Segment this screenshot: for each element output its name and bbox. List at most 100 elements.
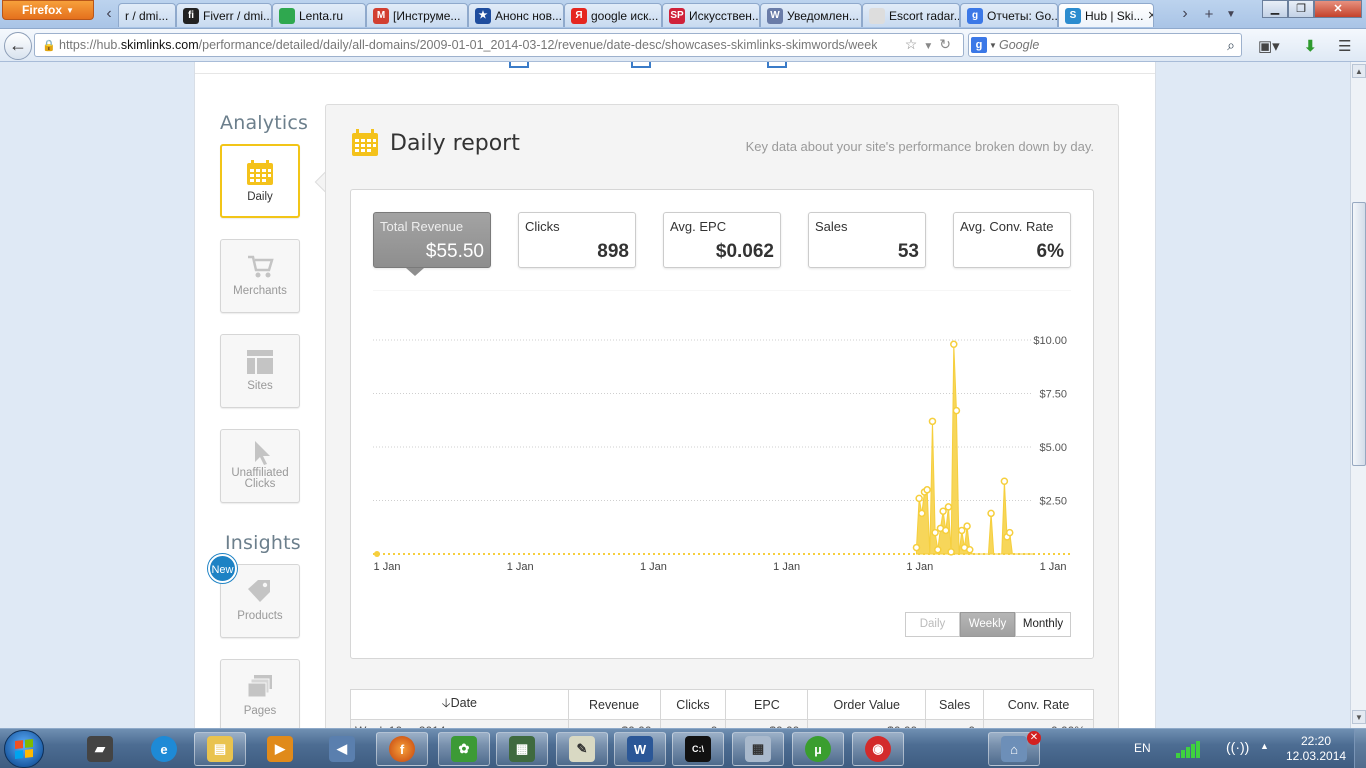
column-revenue[interactable]: Revenue — [567, 689, 661, 720]
stat-total-revenue[interactable]: Total Revenue $55.50 — [373, 212, 491, 268]
taskbar-calculator-app[interactable]: ▦ — [732, 732, 784, 766]
taskbar-ie-app[interactable]: e — [138, 732, 190, 766]
page-title: Daily report — [390, 131, 520, 156]
column-epc[interactable]: EPC — [725, 689, 809, 720]
history-dropdown-icon[interactable]: ▼ — [923, 41, 939, 52]
revenue-chart: $2.50 $5.00 $7.50 $10.00 1 Jan 1 Jan 1 Jan 1 Ja… — [373, 290, 1071, 573]
firefox-menu-button[interactable]: Firefox ▼ — [2, 0, 94, 20]
all-tabs-icon[interactable]: ▼ — [1222, 6, 1240, 24]
browser-tab[interactable]: SP Искусствен... — [662, 3, 760, 27]
browser-tab[interactable]: Яgoogle иск... — [564, 3, 662, 27]
reload-icon[interactable]: ↻ — [939, 36, 957, 52]
tab-scroll-right-icon[interactable]: › — [1176, 4, 1194, 24]
sp-icon: SP — [669, 7, 685, 24]
taskbar-media-app[interactable]: ▶ — [254, 732, 306, 766]
dropdown-arrow-icon: ▼ — [989, 40, 997, 50]
error-badge-icon: ✕ — [1027, 731, 1041, 745]
language-indicator[interactable]: EN — [1134, 741, 1151, 755]
show-desktop-button[interactable] — [1354, 729, 1366, 768]
browser-tab-label: [Инструме... — [393, 8, 461, 23]
taskbar-connection-app[interactable]: ⌂ ✕ — [988, 731, 1041, 766]
data-point — [1005, 528, 1014, 537]
bookmark-star-icon[interactable]: ☆ — [905, 36, 924, 52]
new-tab-icon[interactable]: + — [1200, 6, 1218, 24]
search-engine-selector[interactable]: g ▼ — [969, 37, 999, 53]
tray-expand-icon[interactable]: ▲ — [1260, 741, 1269, 751]
taskbar-firefox-app[interactable]: f — [376, 732, 428, 766]
browser-tab[interactable]: W Уведомлен... — [760, 3, 862, 27]
taskbar-word-app[interactable]: W — [614, 732, 666, 766]
maximize-button[interactable]: ❐ — [1288, 0, 1314, 18]
column-date[interactable]: 🡣Date — [350, 689, 569, 720]
tab-scroll-left-icon[interactable]: ‹ — [100, 4, 118, 24]
browser-tab[interactable]: Lenta.ru — [272, 3, 366, 27]
new-badge: New — [208, 554, 237, 583]
taskbar-volume-app[interactable]: ◀ — [316, 732, 368, 766]
browser-tab[interactable]: ★ Анонс нов... — [468, 3, 564, 27]
scroll-down-icon[interactable]: ▼ — [1352, 710, 1366, 724]
browser-tab[interactable]: r / dmi... — [118, 3, 176, 27]
lenta-icon — [279, 7, 295, 24]
system-clock[interactable]: 22:20 12.03.2014 — [1286, 734, 1346, 764]
scroll-thumb[interactable] — [1352, 202, 1366, 466]
browser-tab[interactable]: M [Инструме... — [366, 3, 468, 27]
utorrent-icon: µ — [805, 736, 831, 762]
minimize-button[interactable]: ▁ — [1262, 0, 1288, 18]
taskbar-plant-app[interactable]: ✿ — [438, 732, 490, 766]
analytics-heading: Analytics — [220, 112, 309, 134]
sidebar-item-unaffiliated-clicks[interactable]: Unaffiliated Clicks — [220, 429, 300, 503]
hub-page: Analytics Daily Merchants Sites Unaffili… — [194, 62, 1156, 728]
firefox-menu-label: Firefox — [22, 3, 63, 17]
sidebar-item-sites[interactable]: Sites — [220, 334, 300, 408]
column-order-value[interactable]: Order Value — [807, 689, 927, 720]
stat-avg-epc[interactable]: Avg. EPC $0.062 — [663, 212, 781, 268]
taskbar-explorer-app[interactable]: ▤ — [194, 732, 246, 766]
close-tab-icon[interactable]: ✕ — [1143, 9, 1153, 22]
taskbar-notepad-app[interactable]: ✎ — [556, 732, 608, 766]
nav-icon — [631, 62, 651, 68]
signal-strength-icon[interactable] — [1176, 740, 1200, 758]
menu-icon[interactable]: ☰ — [1338, 37, 1351, 55]
close-window-button[interactable]: ✕ — [1314, 0, 1362, 18]
browser-nav-bar: ← 🔒 https://hub.skimlinks.com/performanc… — [0, 29, 1366, 62]
browser-tab[interactable]: fi Fiverr / dmi... — [176, 3, 272, 27]
stat-avg-conv-rate[interactable]: Avg. Conv. Rate 6% — [953, 212, 1071, 268]
column-clicks[interactable]: Clicks — [659, 689, 727, 720]
download-arrow-icon[interactable]: ⬇ — [1304, 37, 1317, 55]
search-bar[interactable]: g▼ ⌕ — [968, 33, 1242, 57]
browser-tab[interactable]: g Отчеты: Go... — [960, 3, 1058, 27]
stat-sales[interactable]: Sales 53 — [808, 212, 926, 268]
bookmarks-menu-icon[interactable]: ▣▾ — [1258, 37, 1280, 55]
stat-clicks[interactable]: Clicks 898 — [518, 212, 636, 268]
browser-tab[interactable]: Escort radar... — [862, 3, 960, 27]
vertical-scrollbar[interactable]: ▲ ▼ — [1350, 62, 1366, 728]
column-label: Date — [450, 696, 477, 710]
start-button[interactable] — [4, 730, 44, 768]
stat-selected-pointer — [406, 268, 424, 276]
taskbar-cmd-app[interactable]: C:\ — [672, 732, 724, 766]
search-magnifier-icon[interactable]: ⌕ — [1227, 37, 1235, 54]
sidebar-item-label: Unaffiliated Clicks — [231, 467, 289, 490]
search-input[interactable] — [999, 38, 1209, 52]
url-bar[interactable]: 🔒 https://hub.skimlinks.com/performance/… — [34, 33, 964, 57]
weekly-period-button[interactable]: Weekly — [960, 612, 1015, 637]
table-row[interactable]: Week 10 ... 2014 $0.00 0 $0.00 $0.00 0 0… — [350, 719, 1094, 728]
daily-period-button[interactable]: Daily — [905, 612, 960, 637]
taskbar-record-app[interactable]: ◉ — [852, 732, 904, 766]
scroll-up-icon[interactable]: ▲ — [1352, 64, 1366, 78]
column-sales[interactable]: Sales — [925, 689, 985, 720]
pages-icon — [247, 675, 272, 698]
url-text[interactable]: https://hub.skimlinks.com/performance/de… — [59, 38, 877, 52]
taskbar-utorrent-app[interactable]: µ — [792, 732, 844, 766]
stat-label: Avg. EPC — [670, 219, 727, 234]
sidebar-item-pages[interactable]: Pages — [220, 659, 300, 728]
taskbar-monitor-app[interactable]: ▦ — [496, 732, 548, 766]
monthly-period-button[interactable]: Monthly — [1015, 612, 1071, 637]
browser-tab[interactable]: S Hub | Ski...✕ — [1058, 3, 1154, 27]
sidebar-item-daily[interactable]: Daily — [220, 144, 300, 218]
back-button[interactable]: ← — [4, 32, 32, 60]
taskbar-laptop-app[interactable]: ▰ — [74, 732, 126, 766]
wifi-icon[interactable]: ((·)) — [1226, 739, 1249, 755]
sidebar-item-merchants[interactable]: Merchants — [220, 239, 300, 313]
column-conv-rate[interactable]: Conv. Rate — [983, 689, 1094, 720]
